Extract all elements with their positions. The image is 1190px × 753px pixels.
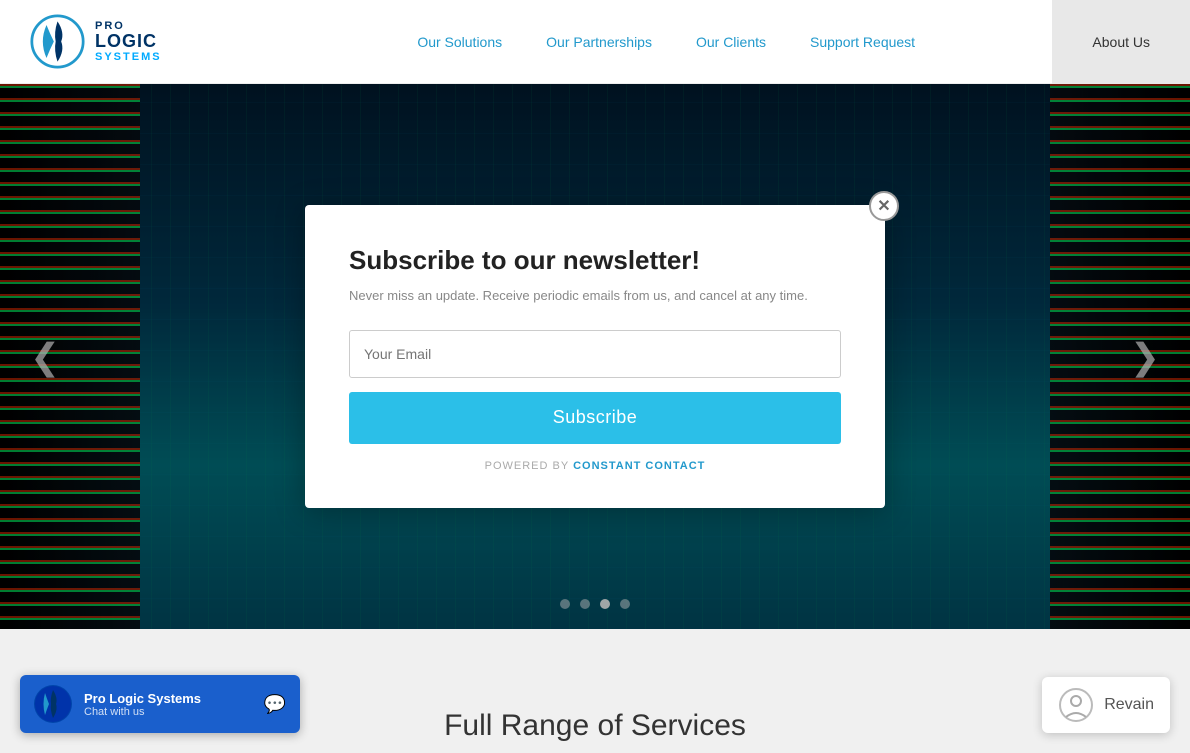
nav-item-about-us[interactable]: About Us bbox=[1052, 0, 1190, 84]
constant-contact-link[interactable]: CONSTANT CONTACT bbox=[573, 460, 705, 472]
modal-subtitle: Never miss an update. Receive periodic e… bbox=[349, 286, 841, 306]
revain-icon bbox=[1058, 687, 1094, 723]
modal-close-button[interactable]: ✕ bbox=[869, 191, 899, 221]
nav-item-our-solutions[interactable]: Our Solutions bbox=[395, 0, 524, 84]
header: PRO LOGIC SYSTEMS Our Solutions Our Part… bbox=[0, 0, 1190, 84]
nav-item-support-request[interactable]: Support Request bbox=[788, 0, 937, 84]
chat-widget[interactable]: Pro Logic Systems Chat with us 💬 bbox=[20, 675, 300, 733]
services-title: Full Range of Services bbox=[444, 709, 746, 743]
logo-text: PRO LOGIC SYSTEMS bbox=[95, 20, 162, 64]
subscribe-button[interactable]: Subscribe bbox=[349, 392, 841, 444]
chat-avatar-icon bbox=[34, 685, 72, 723]
revain-logo-icon bbox=[1058, 687, 1094, 723]
chat-bubble-icon: 💬 bbox=[264, 694, 286, 715]
revain-label: Revain bbox=[1104, 696, 1154, 714]
chat-info: Pro Logic Systems Chat with us bbox=[84, 691, 252, 718]
nav-item-our-clients[interactable]: Our Clients bbox=[674, 0, 788, 84]
hero-section: We Can Manage Your IT Infrastructure Any… bbox=[0, 84, 1190, 629]
powered-by-label: POWERED BY bbox=[485, 460, 569, 472]
logo-pro: PRO bbox=[95, 20, 162, 32]
modal-overlay[interactable]: ✕ Subscribe to our newsletter! Never mis… bbox=[0, 84, 1190, 629]
nav-item-our-partnerships[interactable]: Our Partnerships bbox=[524, 0, 674, 84]
chat-company-name: Pro Logic Systems bbox=[84, 691, 252, 706]
main-nav: Our Solutions Our Partnerships Our Clien… bbox=[280, 0, 1052, 84]
chat-avatar bbox=[34, 685, 72, 723]
revain-widget[interactable]: Revain bbox=[1042, 677, 1170, 733]
chat-action-label: Chat with us bbox=[84, 706, 252, 718]
logo-area: PRO LOGIC SYSTEMS bbox=[0, 14, 280, 69]
logo-icon bbox=[30, 14, 85, 69]
logo-systems: SYSTEMS bbox=[95, 51, 162, 63]
modal-footer: POWERED BY CONSTANT CONTACT bbox=[349, 460, 841, 472]
newsletter-modal: ✕ Subscribe to our newsletter! Never mis… bbox=[305, 205, 885, 508]
logo-logic: LOGIC bbox=[95, 32, 162, 52]
email-input[interactable] bbox=[349, 330, 841, 378]
modal-title: Subscribe to our newsletter! bbox=[349, 245, 841, 276]
